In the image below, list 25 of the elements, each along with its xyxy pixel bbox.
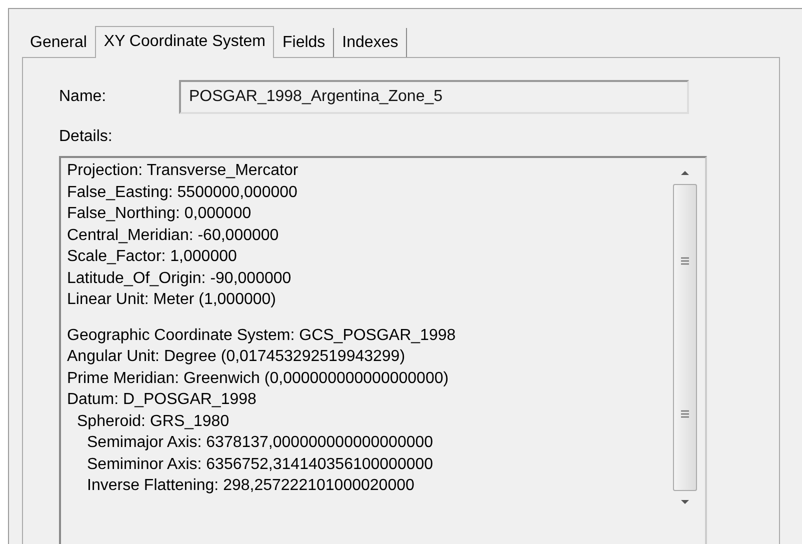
detail-line: Linear Unit: Meter (1,000000)	[67, 291, 276, 308]
scroll-up-icon[interactable]	[680, 170, 690, 176]
grip-icon	[680, 257, 690, 266]
detail-line: Spheroid: GRS_1980	[77, 412, 230, 430]
tab[interactable]: XY Coordinate System	[94, 26, 274, 58]
detail-line: Datum: D_POSGAR_1998	[67, 391, 256, 408]
detail-line: Angular Unit: Degree (0,017453292519943299)	[67, 348, 406, 365]
details-text-area[interactable]	[59, 156, 707, 544]
details-label: Details:	[59, 128, 114, 146]
detail-line: Prime Meridian: Greenwich (0,000000000000000000)	[67, 370, 449, 386]
detail-line: Semimajor Axis: 6378137,000000000000000000	[87, 434, 434, 451]
detail-line: False_Northing: 0,000000	[67, 205, 252, 222]
detail-line: Scale_Factor: 1,000000	[67, 248, 237, 265]
grip-icon	[680, 410, 690, 418]
detail-line: Inverse Flattening: 298,257222101000020000	[87, 477, 414, 494]
detail-line: Latitude_Of_Origin: -90,000000	[67, 270, 292, 286]
detail-line: Geographic Coordinate System: GCS_POSGAR_1998	[67, 326, 456, 344]
scroll-thumb[interactable]	[673, 184, 697, 491]
name-label: Name:	[59, 88, 108, 106]
detail-line: Semiminor Axis: 6356752,314140356100000000	[87, 456, 434, 472]
detail-line: False_Easting: 5500000,000000	[67, 184, 298, 200]
name-field[interactable]: POSGAR_1998_Argentina_Zone_5	[179, 80, 689, 114]
scroll-down-icon[interactable]	[680, 499, 690, 505]
detail-line: Central_Meridian: -60,000000	[67, 226, 279, 244]
detail-line: Projection: Transverse_Mercator	[67, 162, 298, 179]
